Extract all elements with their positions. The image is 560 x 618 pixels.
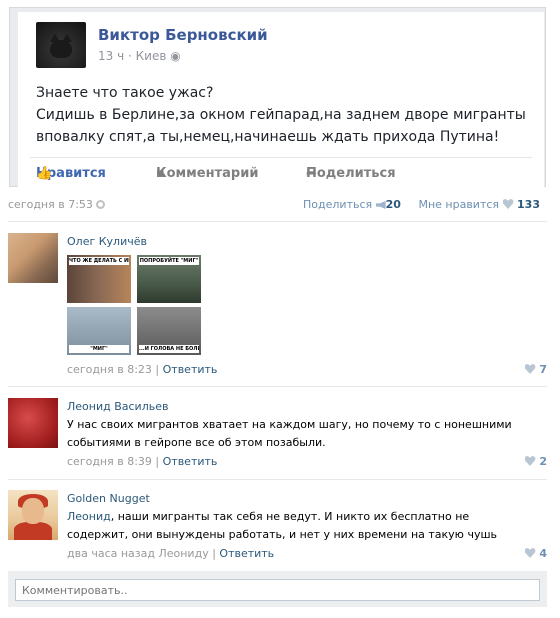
share-button[interactable]: Поделиться 20 — [303, 198, 401, 211]
meme-caption: ...И ГОЛОВА НЕ БОЛИТ — [139, 345, 199, 353]
avatar[interactable] — [8, 233, 58, 283]
fb-post-location: Киев — [135, 49, 167, 63]
comment-likes[interactable]: 4 — [524, 547, 547, 560]
comment-time[interactable]: два часа назад Леониду — [67, 547, 209, 560]
vk-post-page: Виктор Берновский 13 ч · Киев ◉ Знаете ч… — [0, 0, 560, 618]
cat-silhouette-icon — [50, 34, 72, 58]
embedded-post-card: Виктор Берновский 13 ч · Киев ◉ Знаете ч… — [18, 12, 544, 188]
heart-icon — [524, 548, 536, 558]
divider — [8, 221, 547, 222]
post-date[interactable]: сегодня в 7:53 — [8, 198, 105, 211]
reply-link[interactable]: Ответить — [163, 363, 218, 376]
comment-text: Леонид, наши мигранты так себя не ведут.… — [67, 508, 527, 544]
fb-post-line: вповалку спят,а ты,немец,начинаешь ждать… — [36, 129, 500, 145]
heart-icon — [524, 364, 536, 374]
fb-divider — [30, 157, 532, 158]
avatar-figure — [14, 522, 52, 540]
divider — [8, 386, 547, 387]
like-label[interactable]: Мне нравится — [418, 198, 499, 211]
fb-post-text: Знаете что такое ужас? Сидишь в Берлине,… — [36, 82, 526, 148]
share-label[interactable]: Поделиться — [303, 198, 372, 211]
embedded-post-image: Виктор Берновский 13 ч · Киев ◉ Знаете ч… — [9, 7, 546, 188]
reply-link[interactable]: Ответить — [163, 455, 218, 468]
avatar-figure — [22, 498, 44, 524]
fb-comment-label: Комментарий — [156, 166, 259, 181]
comment-text: У нас своих мигрантов хватает на каждом … — [67, 418, 512, 449]
fb-globe-icon: ◉ — [170, 49, 181, 63]
comment-author[interactable]: Golden Nugget — [67, 492, 150, 505]
mention-link[interactable]: Леонид — [67, 510, 111, 523]
fb-share-action: ➦ Поделиться — [306, 166, 396, 181]
comment-like-count: 2 — [539, 455, 547, 468]
fb-post-line: Сидишь в Берлине,за окном гейпарад,на за… — [36, 107, 526, 123]
comment-footer: сегодня в 8:23 | Ответить — [67, 363, 218, 376]
post-stats: Поделиться 20 Мне нравится 133 — [303, 198, 540, 211]
fb-comment-action: ▪ Комментарий — [156, 166, 258, 181]
speech-bubble-icon: ▪ — [156, 166, 165, 181]
comment-like-count: 4 — [539, 547, 547, 560]
share-arrow-icon: ➦ — [306, 166, 317, 181]
gear-icon[interactable] — [95, 200, 105, 209]
comment-input[interactable] — [15, 579, 540, 601]
heart-icon — [502, 199, 514, 209]
comment-time[interactable]: сегодня в 8:23 — [67, 363, 152, 376]
thumbs-up-icon: 👍 — [36, 166, 53, 181]
dot-separator: · — [128, 49, 136, 63]
comment-likes[interactable]: 2 — [524, 455, 547, 468]
fb-author-name: Виктор Берновский — [98, 26, 268, 44]
heart-icon — [524, 456, 536, 466]
comment-like-count: 7 — [539, 363, 547, 376]
meme-panel: ...И ГОЛОВА НЕ БОЛИТ — [137, 307, 201, 355]
megaphone-icon — [375, 201, 386, 209]
comment-author[interactable]: Леонид Васильев — [67, 400, 168, 413]
comment-footer: сегодня в 8:39 | Ответить — [67, 455, 218, 468]
meme-caption: ПОПРОБУЙТЕ "МИГ" — [139, 257, 199, 265]
fb-share-label: Поделиться — [306, 166, 396, 181]
comment: Олег Куличёв ЧТО ЖЕ ДЕЛАТЬ С ИГИЛ, УМА Н… — [8, 233, 547, 381]
avatar[interactable] — [8, 490, 58, 540]
comment-text-content: , наши мигранты так себя не ведут. И ник… — [67, 510, 497, 541]
fb-post-time: 13 ч — [98, 49, 125, 63]
comment: Леонид Васильев У нас своих мигрантов хв… — [8, 398, 547, 478]
fb-like-action: 👍 Нравится — [36, 166, 106, 181]
comment-footer: два часа назад Леониду | Ответить — [67, 547, 275, 560]
fb-post-line: Знаете что такое ужас? — [36, 85, 214, 101]
meme-panel: ПОПРОБУЙТЕ "МИГ" — [137, 255, 201, 303]
meme-panel: "МИГ" — [67, 307, 131, 355]
comment-time[interactable]: сегодня в 8:39 — [67, 455, 152, 468]
meme-caption: ЧТО ЖЕ ДЕЛАТЬ С ИГИЛ, УМА НЕ ПРИЛОЖУ, ГО… — [69, 257, 129, 265]
fb-author-avatar — [36, 22, 86, 68]
like-button[interactable]: Мне нравится 133 — [418, 198, 540, 211]
comment: Golden Nugget Леонид, наши мигранты так … — [8, 490, 547, 570]
avatar[interactable] — [8, 398, 58, 448]
share-count: 20 — [385, 198, 401, 211]
reply-link[interactable]: Ответить — [219, 547, 274, 560]
comment-likes[interactable]: 7 — [524, 363, 547, 376]
divider — [8, 479, 547, 480]
like-count: 133 — [517, 198, 540, 211]
comment-box — [8, 571, 547, 607]
post-time[interactable]: сегодня в 7:53 — [8, 198, 93, 211]
fb-post-meta: 13 ч · Киев ◉ — [98, 49, 181, 63]
meme-caption: "МИГ" — [69, 345, 129, 353]
comment-author[interactable]: Олег Куличёв — [67, 235, 147, 248]
meme-panel: ЧТО ЖЕ ДЕЛАТЬ С ИГИЛ, УМА НЕ ПРИЛОЖУ, ГО… — [67, 255, 131, 303]
meme-image[interactable]: ЧТО ЖЕ ДЕЛАТЬ С ИГИЛ, УМА НЕ ПРИЛОЖУ, ГО… — [67, 255, 202, 355]
